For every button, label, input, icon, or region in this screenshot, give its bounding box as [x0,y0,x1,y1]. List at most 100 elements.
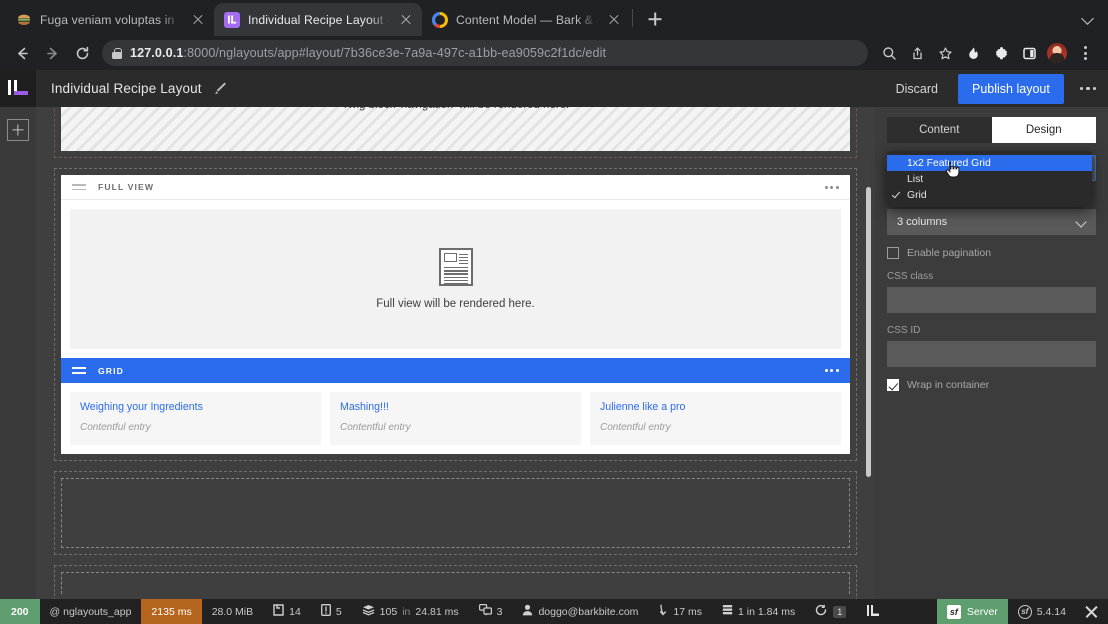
route-item[interactable]: @ nglayouts_app [40,599,142,624]
twig-block-placeholder: Twig block 'navigation' will be rendered… [61,107,850,151]
full-view-block[interactable]: FULL VIEW Full view will be rendered her… [61,175,850,358]
http-client-count: 1 [833,605,847,618]
layout-canvas[interactable]: Twig block 'navigation' will be rendered… [36,107,875,599]
flame-icon[interactable] [960,40,986,66]
share-icon[interactable] [904,40,930,66]
wrap-in-container-checkbox[interactable] [887,379,899,391]
cache-value: 1 in 1.84 ms [738,605,796,618]
discard-button[interactable]: Discard [890,77,944,101]
block-menu-icon[interactable] [824,369,839,372]
cache-item[interactable]: 1 in 1.84 ms [712,599,805,624]
empty-zone-placeholder [61,478,850,548]
wrap-checkbox-row[interactable]: Wrap in container [887,379,1096,391]
mailer-item[interactable]: 17 ms [648,599,712,624]
reload-icon[interactable] [68,39,96,67]
layout-zone-main[interactable]: FULL VIEW Full view will be rendered her… [54,168,857,461]
memory-item[interactable]: 28.0 MiB [202,599,263,624]
drag-handle-icon[interactable] [72,367,86,374]
server-label: Server [966,605,998,618]
http-client-item[interactable]: 1 [805,599,856,624]
empty-zone-placeholder [61,572,850,594]
grid-block-header: GRID [61,358,850,383]
more-options-icon[interactable] [1078,83,1098,94]
close-icon[interactable] [190,12,206,28]
bookmark-star-icon[interactable] [932,40,958,66]
server-item[interactable]: sf Server [936,599,1008,624]
tab-title: Fuga veniam voluptas in [40,12,175,27]
tab-content[interactable]: Content [887,117,992,143]
add-block-icon[interactable] [7,119,29,141]
grid-item[interactable]: Weighing your Ingredients Contentful ent… [70,392,321,445]
dropdown-option-grid[interactable]: Grid [887,187,1092,203]
url-text: 127.0.0.1:8000/nglayouts/app#layout/7b36… [130,46,606,60]
css-class-input[interactable] [887,287,1096,313]
database-item[interactable]: 105 in 24.81 ms [352,599,469,624]
pagination-checkbox-row[interactable]: Enable pagination [887,247,1096,259]
netgen-layouts-logo[interactable] [0,70,36,107]
grid-block[interactable]: GRID Weighing your Ingredients Contentfu… [61,358,850,454]
pagination-checkbox[interactable] [887,247,899,259]
grid-item-subtitle: Contentful entry [340,422,411,433]
grid-item[interactable]: Julienne like a pro Contentful entry [590,392,841,445]
grid-item[interactable]: Mashing!!! Contentful entry [330,392,581,445]
statusbar-right: sf Server sf 5.4.14 [936,599,1108,624]
layout-zone-empty[interactable] [54,471,857,555]
css-id-input[interactable] [887,341,1096,367]
browser-tab-3[interactable]: Content Model — Bark & Bake [422,3,630,36]
browser-tab-2[interactable]: Individual Recipe Layout - Netg [214,3,422,36]
publish-layout-button[interactable]: Publish layout [958,73,1064,104]
tab-design[interactable]: Design [991,117,1096,143]
layout-zone-navigation[interactable]: Twig block 'navigation' will be rendered… [54,107,857,158]
block-menu-icon[interactable] [824,185,839,189]
pencil-icon[interactable] [215,82,228,95]
layouts-item[interactable] [856,599,892,624]
burger-icon [16,12,32,28]
extensions-icon[interactable] [988,40,1014,66]
url-path: :8000/nglayouts/app#layout/7b36ce3e-7a9a… [183,46,607,60]
url-host: 127.0.0.1 [130,46,184,60]
user-icon [522,604,533,619]
sidebar-toggle-icon[interactable] [1016,40,1042,66]
dropdown-option-featured-grid[interactable]: 1x2 Featured Grid [887,155,1092,171]
grid-item-title[interactable]: Mashing!!! [340,401,571,413]
panel-tabs: Content Design [887,117,1096,143]
columns-select[interactable]: 3 columns [887,209,1096,235]
drag-handle-icon[interactable] [72,183,86,191]
full-view-placeholder: Full view will be rendered here. [70,209,841,349]
new-tab-button[interactable] [641,5,669,33]
duration-item[interactable]: 2135 ms [141,599,202,624]
browser-tab-1[interactable]: Fuga veniam voluptas in [6,3,214,36]
tab-search-chevron-down-icon[interactable] [1082,12,1094,24]
back-icon[interactable] [8,39,36,67]
forms-item[interactable]: 14 [263,599,311,624]
symfony-version-item[interactable]: sf 5.4.14 [1008,599,1076,624]
layout-name: Individual Recipe Layout [51,80,202,96]
mouse-cursor-icon [945,161,961,179]
dropdown-option-list[interactable]: List [887,171,1092,187]
tab-title: Content Model — Bark & Bake [456,12,598,27]
view-type-dropdown[interactable]: 1x2 Featured Grid List Grid [887,151,1092,207]
logs-item[interactable]: 5 [311,599,352,624]
pagination-label: Enable pagination [907,247,992,259]
logs-count: 5 [335,605,342,618]
omnibox-actions [876,40,1098,66]
layout-zone-footer[interactable] [54,565,857,599]
left-rail [0,107,36,599]
browser-chrome: Fuga veniam voluptas in Individual Recip… [0,0,1108,70]
status-code-badge[interactable]: 200 [0,599,40,624]
grid-item-title[interactable]: Julienne like a pro [600,401,831,413]
search-icon[interactable] [876,40,902,66]
forward-icon[interactable] [38,39,66,67]
memory-value: 28.0 MiB [211,605,254,618]
address-bar[interactable]: 127.0.0.1:8000/nglayouts/app#layout/7b36… [102,40,868,66]
close-icon[interactable] [606,12,622,28]
translations-item[interactable]: 3 [469,599,513,624]
browser-menu-icon[interactable] [1072,40,1098,66]
grid-item-title[interactable]: Weighing your Ingredients [80,401,311,413]
check-icon [891,189,901,199]
close-icon[interactable] [398,12,414,28]
close-icon[interactable] [1076,599,1108,624]
canvas-scrollbar[interactable] [866,187,871,477]
profile-avatar[interactable] [1044,40,1070,66]
user-item[interactable]: doggo@barkbite.com [512,599,648,624]
